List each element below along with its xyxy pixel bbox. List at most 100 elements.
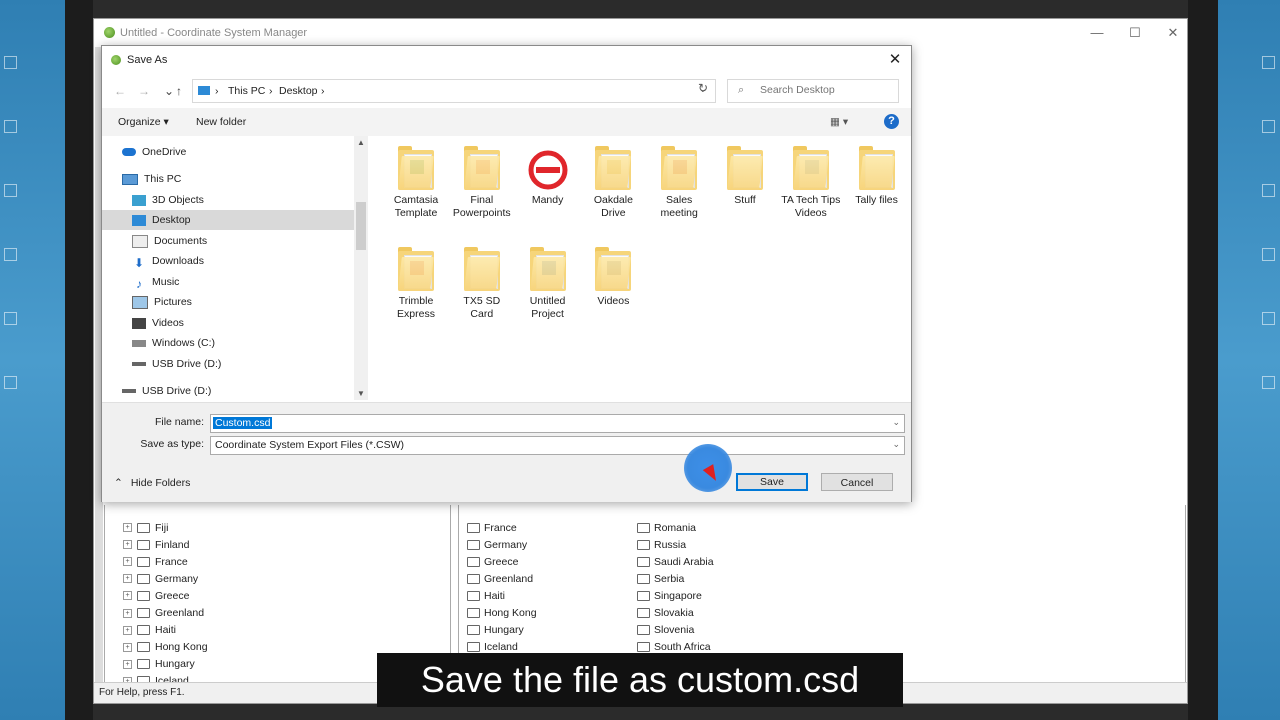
nav-onedrive[interactable]: OneDrive [122, 142, 186, 162]
list-item[interactable]: Germany [467, 536, 527, 553]
forward-arrow-icon[interactable]: → [138, 84, 150, 98]
file-name-field[interactable]: Custom.csd ⌄ [210, 414, 905, 433]
chevron-down-icon[interactable]: ⌄ [892, 417, 900, 428]
file-item[interactable]: Untitled Project [517, 237, 579, 321]
refresh-icon[interactable]: ↻ [690, 81, 716, 95]
file-item[interactable]: Final Powerpoints [451, 136, 513, 220]
nav-3d-objects[interactable]: 3D Objects [132, 190, 204, 210]
desktop-icon[interactable] [4, 248, 17, 261]
dialog-close-button[interactable]: ✕ [885, 50, 905, 68]
status-text: For Help, press F1. [99, 687, 185, 698]
list-item[interactable]: Russia [637, 536, 686, 553]
desktop-icon[interactable] [4, 312, 17, 325]
minimize-button[interactable]: — [1087, 25, 1107, 40]
file-item[interactable]: Mandy [517, 136, 579, 207]
nav-videos[interactable]: Videos [132, 313, 184, 333]
desktop-icon[interactable] [4, 120, 17, 133]
nav-this-pc[interactable]: This PC [122, 169, 181, 189]
file-item[interactable]: Trimble Express [385, 237, 447, 321]
desktop-icon[interactable] [4, 56, 17, 69]
cancel-button[interactable]: Cancel [821, 473, 893, 491]
desktop-icon[interactable] [1262, 248, 1275, 261]
expand-icon[interactable]: + [123, 540, 132, 550]
chevron-down-icon[interactable]: ⌄ [892, 439, 900, 450]
tree-item[interactable]: + Haiti [123, 622, 176, 639]
expand-icon[interactable]: + [123, 574, 132, 584]
nav-usb-drive[interactable]: USB Drive (D:) [132, 354, 221, 374]
desktop-icon[interactable] [4, 376, 17, 389]
search-input[interactable] [758, 83, 892, 97]
chevron-down-icon[interactable]: ⌄ [164, 84, 174, 98]
close-button[interactable]: ✕ [1163, 25, 1183, 41]
nav-downloads[interactable]: ⬇ Downloads [132, 251, 204, 271]
file-item[interactable]: Sales meeting [648, 136, 710, 220]
save-type-select[interactable]: Coordinate System Export Files (*.CSW) ⌄ [210, 436, 905, 455]
nav-desktop[interactable]: Desktop [102, 210, 354, 230]
expand-icon[interactable]: + [123, 591, 132, 601]
expand-icon[interactable]: + [123, 557, 132, 567]
scroll-down-icon[interactable]: ▼ [356, 389, 366, 398]
list-item[interactable]: Serbia [637, 570, 684, 587]
search-box[interactable]: ⌕ [727, 79, 899, 103]
organize-button[interactable]: Organize ▾ [118, 116, 169, 128]
list-item[interactable]: Haiti [467, 587, 505, 604]
tree-item[interactable]: + Fiji [123, 519, 168, 536]
nav-documents[interactable]: Documents [132, 231, 207, 251]
maximize-button[interactable]: ☐ [1125, 25, 1145, 41]
file-item[interactable]: Videos [582, 237, 644, 308]
expand-icon[interactable]: + [123, 523, 132, 532]
tree-item[interactable]: + Greece [123, 587, 189, 604]
nav-music[interactable]: ♪ Music [132, 272, 179, 292]
expand-icon[interactable]: + [123, 608, 132, 618]
new-folder-button[interactable]: New folder [196, 116, 246, 128]
save-button[interactable]: Save [736, 473, 808, 491]
tree-item[interactable]: + Finland [123, 536, 189, 553]
expand-icon[interactable]: + [123, 642, 132, 652]
breadcrumb-this-pc[interactable]: This PC [228, 85, 265, 97]
list-item[interactable]: Greenland [467, 570, 533, 587]
desktop-icon[interactable] [1262, 376, 1275, 389]
list-item[interactable]: Slovakia [637, 605, 694, 622]
list-item-label: Serbia [654, 572, 685, 585]
list-item[interactable]: Romania [637, 519, 696, 536]
help-icon[interactable]: ? [884, 114, 899, 129]
back-arrow-icon[interactable]: ← [114, 84, 126, 98]
file-item[interactable]: Oakdale Drive [582, 136, 644, 220]
file-item[interactable]: Tally files [846, 136, 908, 207]
breadcrumb-desktop[interactable]: Desktop [279, 85, 318, 97]
file-item[interactable]: Stuff [714, 136, 776, 207]
list-item[interactable]: Hong Kong [467, 605, 537, 622]
hide-folders-toggle[interactable]: ⌃ Hide Folders [114, 477, 190, 489]
list-item[interactable]: France [467, 519, 517, 536]
desktop-icon[interactable] [1262, 120, 1275, 133]
address-bar[interactable]: › This PC › Desktop › ⌄ [192, 79, 716, 103]
scroll-thumb[interactable] [356, 202, 366, 250]
desktop-icon[interactable] [1262, 312, 1275, 325]
desktop-icon[interactable] [4, 184, 17, 197]
file-name-value[interactable]: Custom.csd [213, 417, 273, 429]
nav-windows-c[interactable]: Windows (C:) [132, 333, 215, 353]
up-arrow-icon[interactable]: ↑ [176, 84, 182, 98]
view-options-icon[interactable]: ▦ ▾ [830, 116, 848, 128]
scroll-up-icon[interactable]: ▲ [356, 138, 366, 147]
nav-scrollbar[interactable]: ▲ ▼ [354, 136, 368, 400]
list-item[interactable]: Singapore [637, 587, 702, 604]
tree-item[interactable]: + Hong Kong [123, 639, 208, 656]
nav-pictures[interactable]: Pictures [132, 292, 192, 312]
list-item[interactable]: Saudi Arabia [637, 553, 714, 570]
list-item[interactable]: Slovenia [637, 622, 694, 639]
file-item[interactable]: Camtasia Template [385, 136, 447, 220]
tree-item[interactable]: + Germany [123, 570, 198, 587]
tree-item[interactable]: + France [123, 553, 188, 570]
file-item[interactable]: TX5 SD Card [451, 237, 513, 321]
expand-icon[interactable]: + [123, 625, 132, 635]
nav-usb-drive-root[interactable]: USB Drive (D:) [122, 381, 211, 400]
desktop-icon[interactable] [1262, 184, 1275, 197]
expand-icon[interactable]: + [123, 659, 132, 669]
file-item[interactable]: TA Tech Tips Videos [780, 136, 842, 220]
desktop-icon[interactable] [1262, 56, 1275, 69]
tree-item[interactable]: + Hungary [123, 656, 195, 673]
tree-item[interactable]: + Greenland [123, 605, 204, 622]
list-item[interactable]: Greece [467, 553, 518, 570]
list-item[interactable]: Hungary [467, 622, 524, 639]
